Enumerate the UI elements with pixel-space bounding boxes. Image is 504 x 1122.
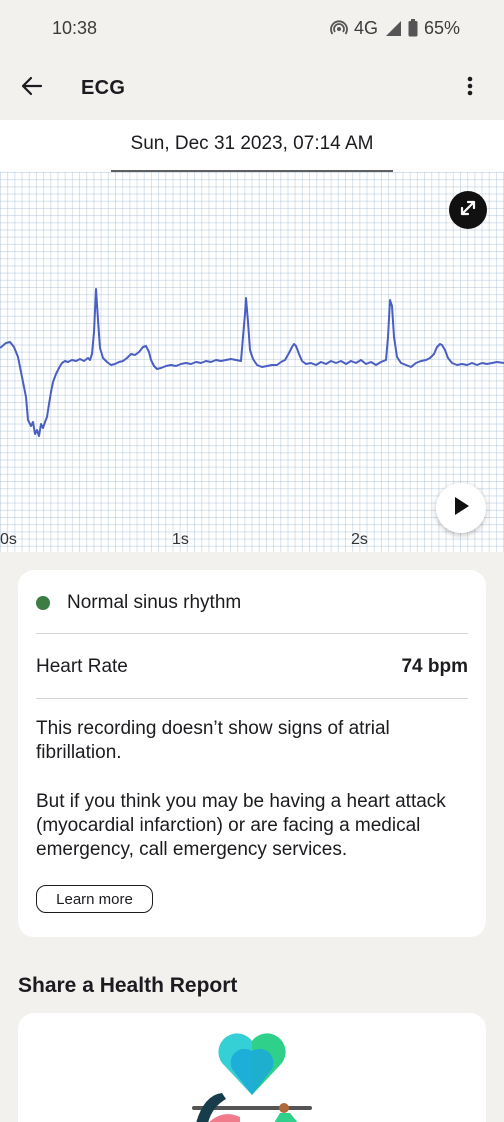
app-bar: ECG [0,56,504,120]
rhythm-status-dot [36,596,50,610]
expand-icon [458,198,478,223]
page-title: ECG [81,76,126,99]
learn-more-button[interactable]: Learn more [36,885,153,913]
time-label-0s: 0s [0,531,17,548]
heart-rate-value: 74 bpm [401,656,468,677]
result-card: Normal sinus rhythm Heart Rate 74 bpm Th… [18,570,486,937]
more-vert-icon [467,76,473,101]
status-icons: 4G 65% [330,18,460,39]
share-report-card[interactable] [18,1013,486,1122]
rhythm-row: Normal sinus rhythm [36,592,241,614]
ecg-trace-svg [0,288,504,437]
ecg-chart: 0s 1s 2s [0,172,504,552]
status-time: 10:38 [52,17,98,38]
ecg-trace [0,288,504,437]
play-icon [452,496,470,521]
battery-icon [408,19,418,37]
heart-rate-label: Heart Rate [36,656,128,677]
arrow-left-icon [21,75,43,102]
network-label: 4G [353,17,378,38]
rhythm-classification: Normal sinus rhythm [67,592,242,613]
battery-percent: 65% [423,17,460,38]
share-section-title: Share a Health Report [18,974,238,997]
play-button[interactable] [436,483,486,533]
recording-date: Sun, Dec 31 2023, 07:14 AM [130,133,374,154]
status-bar: 10:38 4G 65% [0,0,504,56]
expand-chart-button[interactable] [449,191,487,229]
time-label-1s: 1s [172,531,189,548]
result-explanation: This recording doesn’t show signs of atr… [36,718,390,763]
back-button[interactable] [0,56,64,120]
divider [36,633,468,634]
more-options-button[interactable] [446,64,494,112]
recording-date-tab[interactable]: Sun, Dec 31 2023, 07:14 AM [0,120,504,172]
time-label-2s: 2s [351,531,368,548]
signal-icon [384,19,402,37]
hotspot-icon [330,19,348,37]
emergency-notice: But if you think you may be having a hea… [36,791,446,860]
heart-illustration [192,1033,312,1122]
divider [36,698,468,699]
